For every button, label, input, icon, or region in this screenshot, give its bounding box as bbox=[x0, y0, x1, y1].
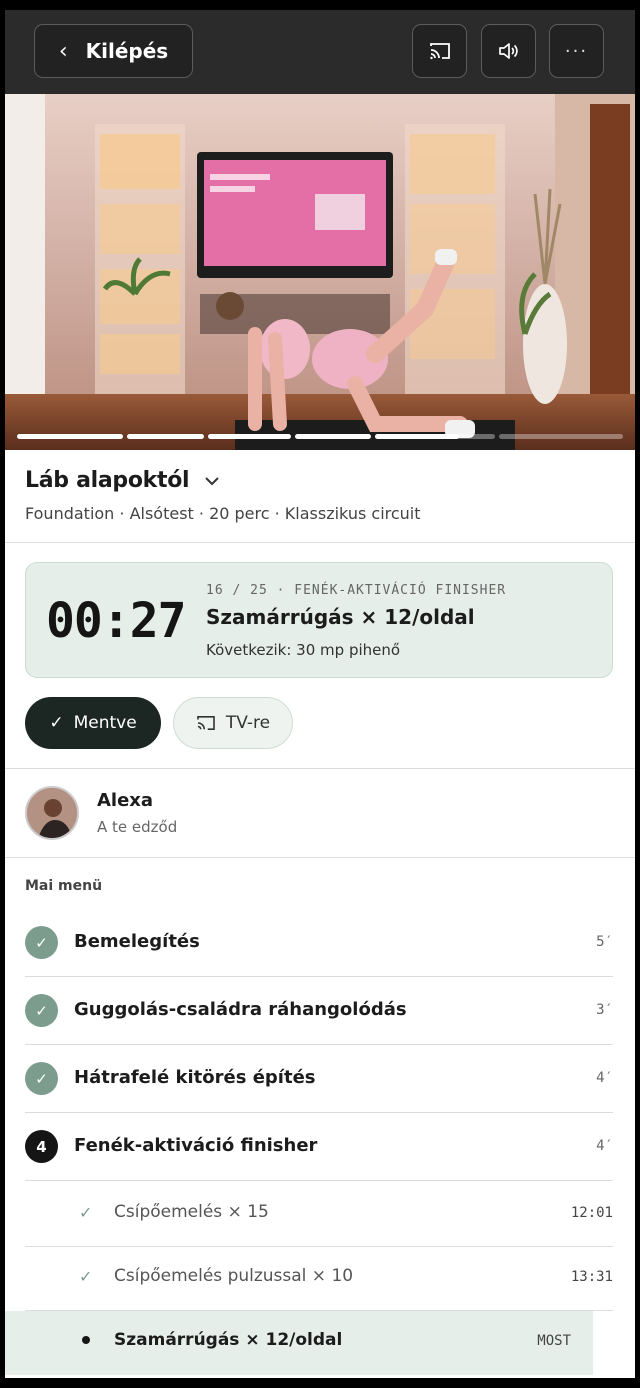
workout-title-row[interactable]: Láb alapoktól bbox=[25, 468, 221, 493]
more-icon: ··· bbox=[564, 40, 589, 62]
tv-label: TV-re bbox=[225, 713, 271, 733]
cast-icon bbox=[197, 715, 215, 731]
bullet-icon bbox=[82, 1336, 90, 1344]
app-frame: ‹ Kilépés ··· Láb alapoktól Foundation ·… bbox=[5, 10, 635, 1378]
timer-card: 00:27 16 / 25 · FENÉK-AKTIVÁCIÓ FINISHER… bbox=[25, 562, 613, 678]
menu-section-row[interactable]: ✓ Bemelegítés 5′ bbox=[25, 909, 613, 977]
avatar[interactable] bbox=[25, 786, 79, 840]
coach-photo bbox=[27, 788, 77, 838]
workout-video[interactable] bbox=[5, 94, 635, 450]
check-icon: ✓ bbox=[79, 1203, 93, 1222]
check-icon: ✓ bbox=[49, 713, 64, 733]
section-label: Bemelegítés bbox=[74, 931, 200, 952]
divider bbox=[5, 542, 635, 543]
video-progress-segment bbox=[127, 434, 204, 439]
menu-section-row-current[interactable]: 4 Fenék-aktiváció finisher 4′ bbox=[25, 1113, 613, 1181]
saved-button[interactable]: ✓ Mentve bbox=[25, 697, 161, 749]
exercise-time: 13:31 bbox=[570, 1269, 613, 1285]
cast-to-tv-button[interactable]: TV-re bbox=[173, 697, 293, 749]
divider bbox=[5, 768, 635, 769]
chevron-down-icon[interactable] bbox=[203, 475, 221, 487]
exit-button[interactable]: ‹ Kilépés bbox=[34, 24, 193, 78]
video-progress-segment bbox=[208, 434, 291, 439]
exercise-label: Csípőemelés pulzussal × 10 bbox=[114, 1266, 354, 1286]
next-up-label: Következik: 30 mp pihenő bbox=[206, 641, 401, 659]
saved-label: Mentve bbox=[73, 713, 137, 733]
volume-icon bbox=[498, 43, 518, 59]
exercise-row[interactable]: ✓ Csípőemelés × 15 12:01 bbox=[25, 1183, 613, 1247]
countdown-timer: 00:27 bbox=[46, 593, 186, 649]
cast-button[interactable] bbox=[412, 24, 467, 78]
exercise-label: Szamárrúgás × 12/oldal bbox=[114, 1330, 343, 1350]
coach-name: Alexa bbox=[97, 790, 154, 811]
top-bar: ‹ Kilépés ··· bbox=[5, 10, 635, 94]
video-progress-segment bbox=[17, 434, 123, 439]
workout-title: Láb alapoktól bbox=[25, 468, 190, 493]
now-label: MOST bbox=[537, 1333, 571, 1349]
section-duration: 5′ bbox=[596, 934, 613, 950]
exit-label: Kilépés bbox=[85, 39, 169, 63]
video-progress-segment bbox=[375, 434, 495, 439]
exercise-label: Csípőemelés × 15 bbox=[114, 1202, 269, 1222]
video-progress-segment bbox=[499, 434, 623, 439]
cast-icon bbox=[429, 43, 450, 60]
section-label: Fenék-aktiváció finisher bbox=[74, 1135, 318, 1156]
section-label: Guggolás-családra ráhangolódás bbox=[74, 999, 407, 1020]
menu-section-row[interactable]: ✓ Hátrafelé kitörés építés 4′ bbox=[25, 1045, 613, 1113]
check-icon: ✓ bbox=[25, 926, 58, 959]
chevron-left-icon: ‹ bbox=[58, 38, 68, 64]
step-counter: 16 / 25 · FENÉK-AKTIVÁCIÓ FINISHER bbox=[206, 583, 507, 598]
section-number-badge: 4 bbox=[25, 1130, 58, 1163]
more-button[interactable]: ··· bbox=[549, 24, 604, 78]
exercise-time: 12:01 bbox=[570, 1205, 613, 1221]
exercise-row[interactable]: ✓ Csípőemelés pulzussal × 10 13:31 bbox=[25, 1247, 613, 1311]
section-label: Hátrafelé kitörés építés bbox=[74, 1067, 316, 1088]
menu-title: Mai menü bbox=[25, 878, 103, 894]
divider bbox=[5, 857, 635, 858]
section-duration: 3′ bbox=[596, 1002, 613, 1018]
video-frame-image bbox=[5, 94, 635, 450]
workout-meta: Foundation · Alsótest · 20 perc · Klassz… bbox=[25, 504, 421, 523]
menu-section-row[interactable]: ✓ Guggolás-családra ráhangolódás 3′ bbox=[25, 977, 613, 1045]
volume-button[interactable] bbox=[481, 24, 536, 78]
section-duration: 4′ bbox=[596, 1138, 613, 1154]
video-progress-fill bbox=[375, 434, 459, 439]
check-icon: ✓ bbox=[79, 1267, 93, 1286]
video-progress-segment bbox=[295, 434, 371, 439]
coach-role: A te edződ bbox=[97, 818, 178, 836]
check-icon: ✓ bbox=[25, 994, 58, 1027]
exercise-row-active[interactable]: Szamárrúgás × 12/oldal MOST bbox=[5, 1311, 593, 1375]
current-exercise: Szamárrúgás × 12/oldal bbox=[206, 605, 475, 629]
check-icon: ✓ bbox=[25, 1062, 58, 1095]
section-duration: 4′ bbox=[596, 1070, 613, 1086]
